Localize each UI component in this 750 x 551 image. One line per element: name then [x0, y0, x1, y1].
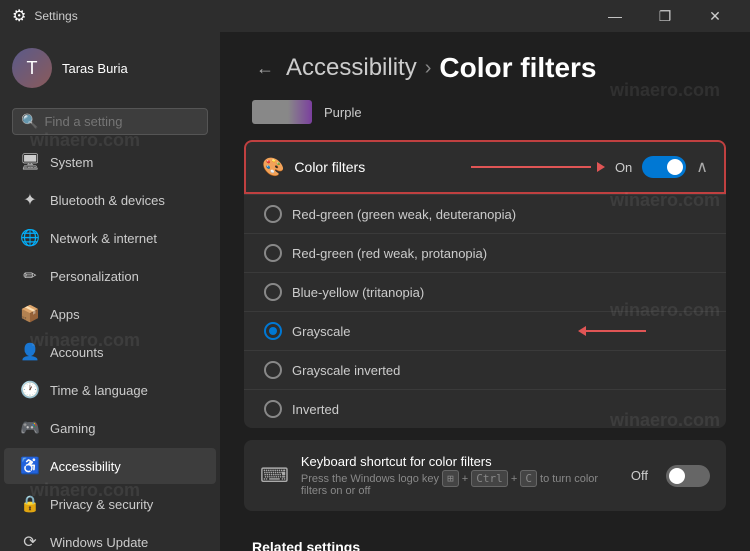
- network-icon: 🌐: [20, 228, 40, 248]
- color-filters-icon: 🎨: [262, 157, 284, 178]
- maximize-button[interactable]: ❐: [642, 0, 688, 32]
- breadcrumb-separator: ›: [425, 57, 432, 80]
- back-button[interactable]: ←: [252, 58, 278, 79]
- sidebar-item-gaming[interactable]: 🎮 Gaming: [4, 410, 216, 446]
- sidebar-item-label: Time & language: [50, 383, 148, 398]
- arrow-head-left: [578, 326, 586, 336]
- profile-section[interactable]: T Taras Buria: [0, 32, 220, 104]
- swatch-label: Purple: [324, 105, 362, 120]
- related-settings-label: Related settings: [220, 523, 750, 551]
- radio-label: Red-green (red weak, protanopia): [292, 246, 487, 261]
- sidebar: T Taras Buria 🔍 🖥 System ✦ Bluetooth & d…: [0, 32, 220, 551]
- breadcrumb-parent[interactable]: Accessibility: [286, 54, 417, 82]
- personalization-icon: ✏: [20, 266, 40, 286]
- sidebar-item-accounts[interactable]: 👤 Accounts: [4, 334, 216, 370]
- arrow-line: [471, 166, 591, 168]
- shortcut-text: Keyboard shortcut for color filters Pres…: [301, 454, 619, 497]
- avatar: T: [12, 48, 52, 88]
- radio-circle: [264, 205, 282, 223]
- radio-circle: [264, 244, 282, 262]
- breadcrumb-current: Color filters: [439, 52, 596, 84]
- title-bar: ⚙ Settings — ❐ ✕: [0, 0, 750, 32]
- radio-dot: [269, 327, 277, 335]
- sidebar-item-system[interactable]: 🖥 System: [4, 144, 216, 180]
- color-swatch-bar: Purple: [252, 100, 718, 124]
- search-box[interactable]: 🔍: [12, 108, 208, 135]
- color-filters-section: 🎨 Color filters On ∧: [244, 140, 726, 428]
- color-filters-title: Color filters: [294, 159, 365, 175]
- sidebar-item-label: Privacy & security: [50, 497, 153, 512]
- keyboard-icon: ⌨: [260, 463, 289, 488]
- profile-name: Taras Buria: [62, 61, 128, 76]
- radio-circle: [264, 400, 282, 418]
- window-title: Settings: [34, 9, 77, 23]
- shortcut-title: Keyboard shortcut for color filters: [301, 454, 619, 469]
- chevron-up-icon: ∧: [696, 157, 708, 177]
- sidebar-item-label: Accounts: [50, 345, 103, 360]
- radio-label: Inverted: [292, 402, 339, 417]
- radio-item-inverted[interactable]: Inverted: [244, 389, 726, 428]
- radio-circle: [264, 361, 282, 379]
- breadcrumb: ← Accessibility › Color filters: [220, 32, 750, 92]
- arrow-line: [586, 330, 646, 332]
- radio-circle: [264, 283, 282, 301]
- sidebar-item-label: Windows Update: [50, 535, 148, 550]
- sidebar-item-bluetooth[interactable]: ✦ Bluetooth & devices: [4, 182, 216, 218]
- bluetooth-icon: ✦: [20, 190, 40, 210]
- toggle-knob: [669, 468, 685, 484]
- radio-label: Grayscale: [292, 324, 351, 339]
- sidebar-item-privacy[interactable]: 🔒 Privacy & security: [4, 486, 216, 522]
- sidebar-item-windows-update[interactable]: ⟳ Windows Update: [4, 524, 216, 551]
- sidebar-item-apps[interactable]: 📦 Apps: [4, 296, 216, 332]
- color-swatch: [252, 100, 312, 124]
- grayscale-arrow: [578, 326, 646, 336]
- main-content: ← Accessibility › Color filters Purple 🎨…: [220, 32, 750, 551]
- sidebar-item-network[interactable]: 🌐 Network & internet: [4, 220, 216, 256]
- sidebar-item-label: Accessibility: [50, 459, 121, 474]
- gaming-icon: 🎮: [20, 418, 40, 438]
- sidebar-item-label: System: [50, 155, 93, 170]
- sidebar-item-label: Apps: [50, 307, 80, 322]
- accounts-icon: 👤: [20, 342, 40, 362]
- sidebar-item-label: Bluetooth & devices: [50, 193, 165, 208]
- sidebar-item-label: Network & internet: [50, 231, 157, 246]
- radio-label: Grayscale inverted: [292, 363, 400, 378]
- apps-icon: 📦: [20, 304, 40, 324]
- radio-item-red-green-weak[interactable]: Red-green (green weak, deuteranopia): [244, 194, 726, 233]
- shortcut-toggle[interactable]: [666, 465, 710, 487]
- radio-circle-selected: [264, 322, 282, 340]
- radio-item-blue-yellow[interactable]: Blue-yellow (tritanopia): [244, 272, 726, 311]
- search-icon: 🔍: [21, 113, 38, 130]
- radio-item-grayscale[interactable]: Grayscale: [244, 311, 726, 350]
- keyboard-shortcut-section: ⌨ Keyboard shortcut for color filters Pr…: [244, 440, 726, 511]
- accessibility-icon: ♿: [20, 456, 40, 476]
- color-filters-header[interactable]: 🎨 Color filters On ∧: [244, 140, 726, 194]
- radio-item-grayscale-inv[interactable]: Grayscale inverted: [244, 350, 726, 389]
- toggle-knob: [667, 159, 683, 175]
- sidebar-item-label: Personalization: [50, 269, 139, 284]
- sidebar-item-label: Gaming: [50, 421, 96, 436]
- system-icon: 🖥: [20, 152, 40, 172]
- color-filters-toggle[interactable]: [642, 156, 686, 178]
- minimize-button[interactable]: —: [592, 0, 638, 32]
- on-arrow: [471, 162, 605, 172]
- sidebar-item-personalization[interactable]: ✏ Personalization: [4, 258, 216, 294]
- privacy-icon: 🔒: [20, 494, 40, 514]
- arrow-head: [597, 162, 605, 172]
- shortcut-desc: Press the Windows logo key ⊞ + Ctrl + C …: [301, 472, 619, 497]
- sidebar-item-time[interactable]: 🕐 Time & language: [4, 372, 216, 408]
- search-input[interactable]: [44, 114, 220, 129]
- close-button[interactable]: ✕: [692, 0, 738, 32]
- toggle-on-label: On: [615, 160, 632, 175]
- radio-label: Red-green (green weak, deuteranopia): [292, 207, 516, 222]
- sidebar-item-accessibility[interactable]: ♿ Accessibility: [4, 448, 216, 484]
- radio-item-red-green-prot[interactable]: Red-green (red weak, protanopia): [244, 233, 726, 272]
- time-icon: 🕐: [20, 380, 40, 400]
- shortcut-toggle-label: Off: [631, 468, 648, 483]
- window-controls: — ❐ ✕: [592, 0, 738, 32]
- update-icon: ⟳: [20, 532, 40, 551]
- radio-label: Blue-yellow (tritanopia): [292, 285, 424, 300]
